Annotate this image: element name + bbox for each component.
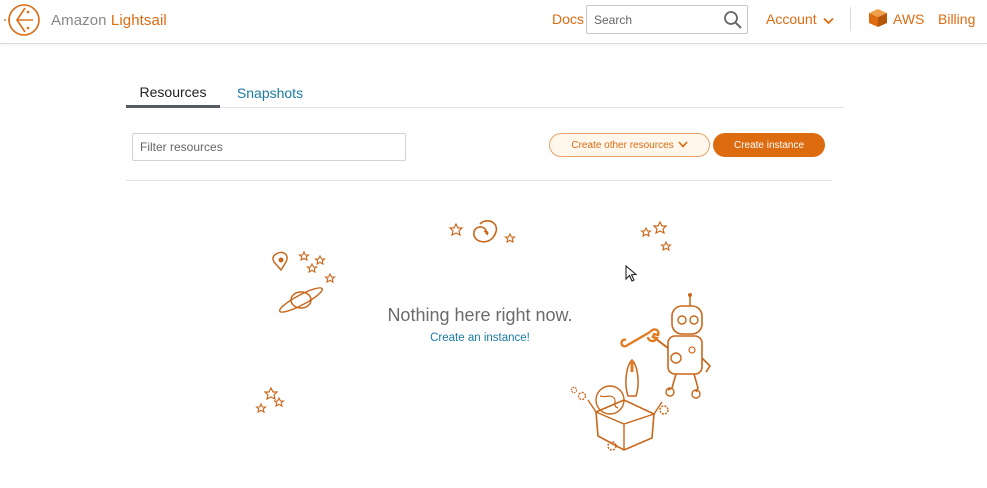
filter-resources-input[interactable] (133, 134, 405, 160)
stars-illustration-icon (255, 386, 285, 414)
logo-wordmark: Amazon Lightsail (51, 12, 167, 29)
create-instance-link[interactable]: Create an instance! (380, 332, 580, 344)
logo-prefix: Amazon (51, 11, 111, 29)
header-divider (850, 7, 851, 31)
docs-link[interactable]: Docs (552, 0, 584, 38)
filter-box (132, 133, 406, 161)
create-other-resources-label: Create other resources (571, 139, 674, 151)
billing-link[interactable]: Billing (938, 0, 975, 38)
search-input[interactable] (587, 6, 715, 33)
chevron-down-icon (678, 140, 688, 151)
lightsail-logo-icon (4, 2, 42, 38)
aws-console-link[interactable]: AWS (867, 0, 924, 38)
tab-resources[interactable]: Resources (126, 78, 220, 108)
toolbar-separator (126, 180, 832, 181)
chevron-down-icon (822, 12, 834, 28)
aws-label: AWS (893, 11, 925, 27)
mouse-cursor-icon (625, 265, 637, 282)
lightsail-logo[interactable]: Amazon Lightsail (4, 2, 167, 38)
account-menu[interactable]: Account (766, 0, 834, 38)
planet-illustration-icon (272, 250, 336, 313)
stars-illustration-icon (640, 220, 672, 252)
logo-brand: Lightsail (110, 11, 167, 29)
search-icon[interactable] (723, 10, 743, 35)
resource-tabs: Resources Snapshots (126, 78, 844, 108)
create-other-resources-button[interactable]: Create other resources (549, 133, 710, 157)
search-box (586, 5, 748, 34)
account-label: Account (766, 11, 817, 27)
tab-snapshots[interactable]: Snapshots (230, 78, 310, 108)
galaxy-illustration-icon (448, 220, 516, 244)
aws-cube-icon (867, 8, 889, 31)
empty-state-title: Nothing here right now. (387, 305, 573, 325)
top-navigation-bar: Amazon Lightsail Docs Account AWS Billin… (0, 0, 987, 44)
create-instance-button[interactable]: Create instance (713, 133, 825, 157)
